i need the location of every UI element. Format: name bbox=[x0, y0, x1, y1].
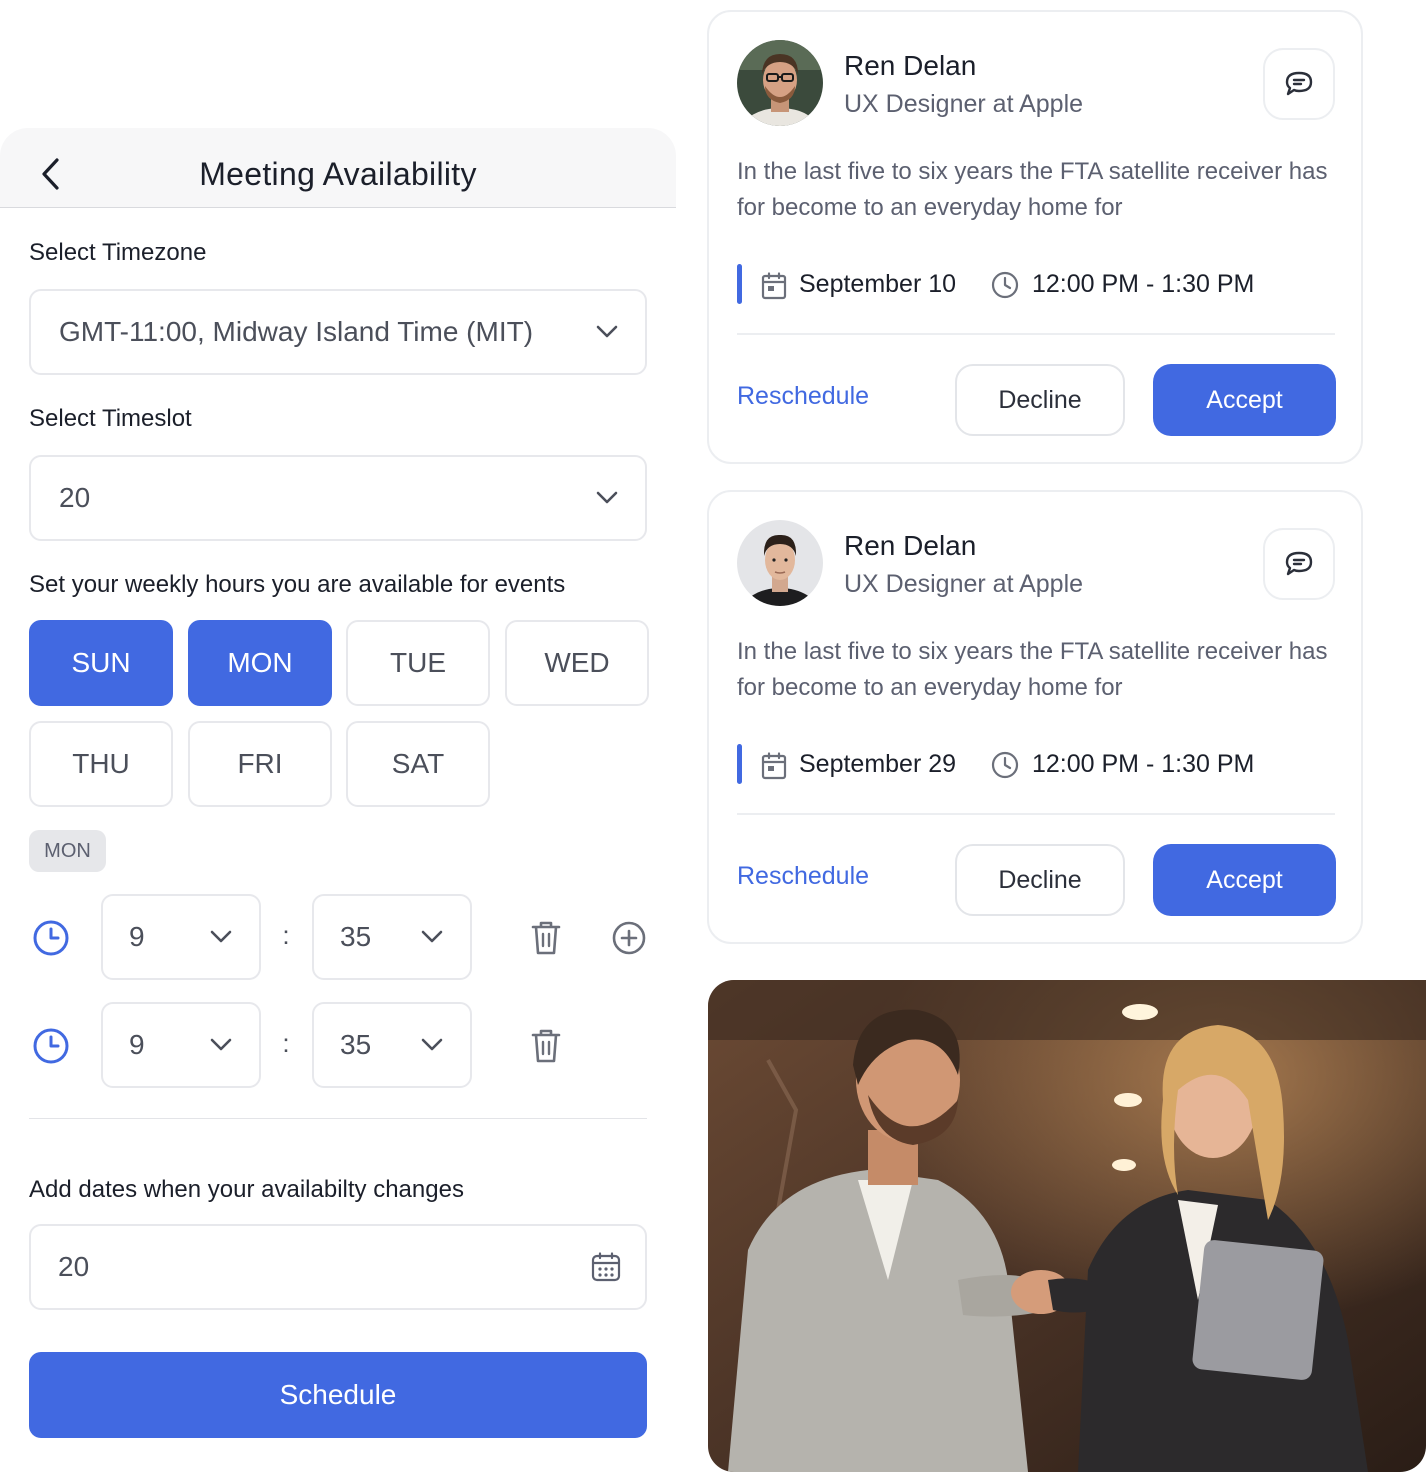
card-divider bbox=[737, 813, 1335, 815]
timezone-value: GMT-11:00, Midway Island Time (MIT) bbox=[59, 316, 534, 347]
chevron-down-icon bbox=[210, 930, 232, 943]
time-separator: : bbox=[282, 1028, 290, 1058]
trash-icon[interactable] bbox=[528, 1026, 564, 1066]
chevron-down-icon bbox=[210, 1038, 232, 1051]
meeting-date: September 10 bbox=[799, 270, 957, 298]
requester-name: Ren Delan bbox=[844, 50, 977, 81]
minute-select[interactable]: 35 bbox=[312, 1002, 472, 1088]
reschedule-link[interactable]: Reschedule bbox=[737, 862, 869, 891]
accent-bar bbox=[737, 744, 742, 784]
section-divider bbox=[29, 1118, 647, 1119]
handshake-illustration bbox=[708, 980, 1426, 1472]
timeslot-value: 20 bbox=[59, 482, 91, 513]
meeting-request-card: Ren Delan UX Designer at Apple In the la… bbox=[707, 490, 1363, 944]
handshake-photo bbox=[708, 980, 1426, 1472]
date-changes-input[interactable]: 20 bbox=[29, 1224, 647, 1310]
chevron-left-icon bbox=[42, 158, 59, 190]
schedule-button[interactable]: Schedule bbox=[29, 1352, 647, 1438]
meeting-date: September 29 bbox=[799, 750, 957, 778]
reschedule-link[interactable]: Reschedule bbox=[737, 382, 869, 411]
hour-select[interactable]: 9 bbox=[101, 894, 261, 980]
card-divider bbox=[737, 333, 1335, 335]
add-circle-icon[interactable] bbox=[610, 919, 648, 957]
avatar-photo bbox=[737, 520, 823, 606]
meeting-time: 12:00 PM - 1:30 PM bbox=[1032, 750, 1255, 778]
panel-header: Meeting Availability bbox=[0, 128, 676, 208]
day-toggle-fri[interactable]: FRI bbox=[188, 721, 332, 807]
message-button[interactable] bbox=[1263, 48, 1335, 120]
weekly-hours-label: Set your weekly hours you are available … bbox=[29, 571, 566, 598]
chat-icon bbox=[1285, 551, 1313, 576]
timezone-select[interactable]: GMT-11:00, Midway Island Time (MIT) bbox=[29, 289, 647, 375]
avatar bbox=[737, 40, 823, 126]
meeting-request-card: Ren Delan UX Designer at Apple In the la… bbox=[707, 10, 1363, 464]
chat-icon bbox=[1285, 71, 1313, 96]
requester-role: UX Designer at Apple bbox=[844, 570, 1084, 598]
decline-button[interactable]: Decline bbox=[955, 844, 1125, 916]
day-toggle-sat[interactable]: SAT bbox=[346, 721, 490, 807]
time-separator: : bbox=[282, 920, 290, 950]
calendar-icon bbox=[761, 752, 787, 780]
accept-button[interactable]: Accept bbox=[1153, 364, 1336, 436]
day-toggle-mon[interactable]: MON bbox=[188, 620, 332, 706]
request-description: In the last five to six years the FTA sa… bbox=[737, 158, 1328, 221]
meeting-availability-panel: Meeting Availability Select Timezone GMT… bbox=[0, 128, 676, 1482]
timezone-label: Select Timezone bbox=[29, 239, 207, 266]
selected-day-badge: MON bbox=[29, 830, 106, 872]
avatar-photo bbox=[737, 40, 823, 126]
requester-role: UX Designer at Apple bbox=[844, 90, 1084, 118]
meeting-time: 12:00 PM - 1:30 PM bbox=[1032, 270, 1255, 298]
day-toggle-wed[interactable]: WED bbox=[505, 620, 649, 706]
day-toggle-sun[interactable]: SUN bbox=[29, 620, 173, 706]
decline-button[interactable]: Decline bbox=[955, 364, 1125, 436]
accept-button[interactable]: Accept bbox=[1153, 844, 1336, 916]
day-toggle-thu[interactable]: THU bbox=[29, 721, 173, 807]
request-description: In the last five to six years the FTA sa… bbox=[737, 638, 1328, 701]
chevron-down-icon bbox=[421, 1038, 443, 1051]
date-changes-label: Add dates when your availabilty changes bbox=[29, 1176, 464, 1203]
clock-icon bbox=[33, 1028, 69, 1064]
accent-bar bbox=[737, 264, 742, 304]
hour-value: 9 bbox=[129, 921, 145, 952]
calendar-icon bbox=[761, 272, 787, 300]
day-toggle-tue[interactable]: TUE bbox=[346, 620, 490, 706]
calendar-icon[interactable] bbox=[591, 1252, 621, 1282]
clock-icon bbox=[33, 920, 69, 956]
back-button[interactable] bbox=[34, 154, 66, 194]
requester-name: Ren Delan bbox=[844, 530, 977, 561]
minute-value: 35 bbox=[340, 1029, 372, 1060]
chevron-down-icon bbox=[421, 930, 443, 943]
message-button[interactable] bbox=[1263, 528, 1335, 600]
chevron-down-icon bbox=[596, 491, 618, 504]
minute-value: 35 bbox=[340, 921, 372, 952]
page-title: Meeting Availability bbox=[199, 156, 477, 192]
timeslot-select[interactable]: 20 bbox=[29, 455, 647, 541]
avatar bbox=[737, 520, 823, 606]
clock-icon bbox=[991, 751, 1019, 779]
minute-select[interactable]: 35 bbox=[312, 894, 472, 980]
hour-value: 9 bbox=[129, 1029, 145, 1060]
timeslot-label: Select Timeslot bbox=[29, 405, 192, 432]
clock-icon bbox=[991, 271, 1019, 299]
date-changes-value: 20 bbox=[58, 1251, 90, 1282]
chevron-down-icon bbox=[596, 325, 618, 338]
trash-icon[interactable] bbox=[528, 918, 564, 958]
hour-select[interactable]: 9 bbox=[101, 1002, 261, 1088]
